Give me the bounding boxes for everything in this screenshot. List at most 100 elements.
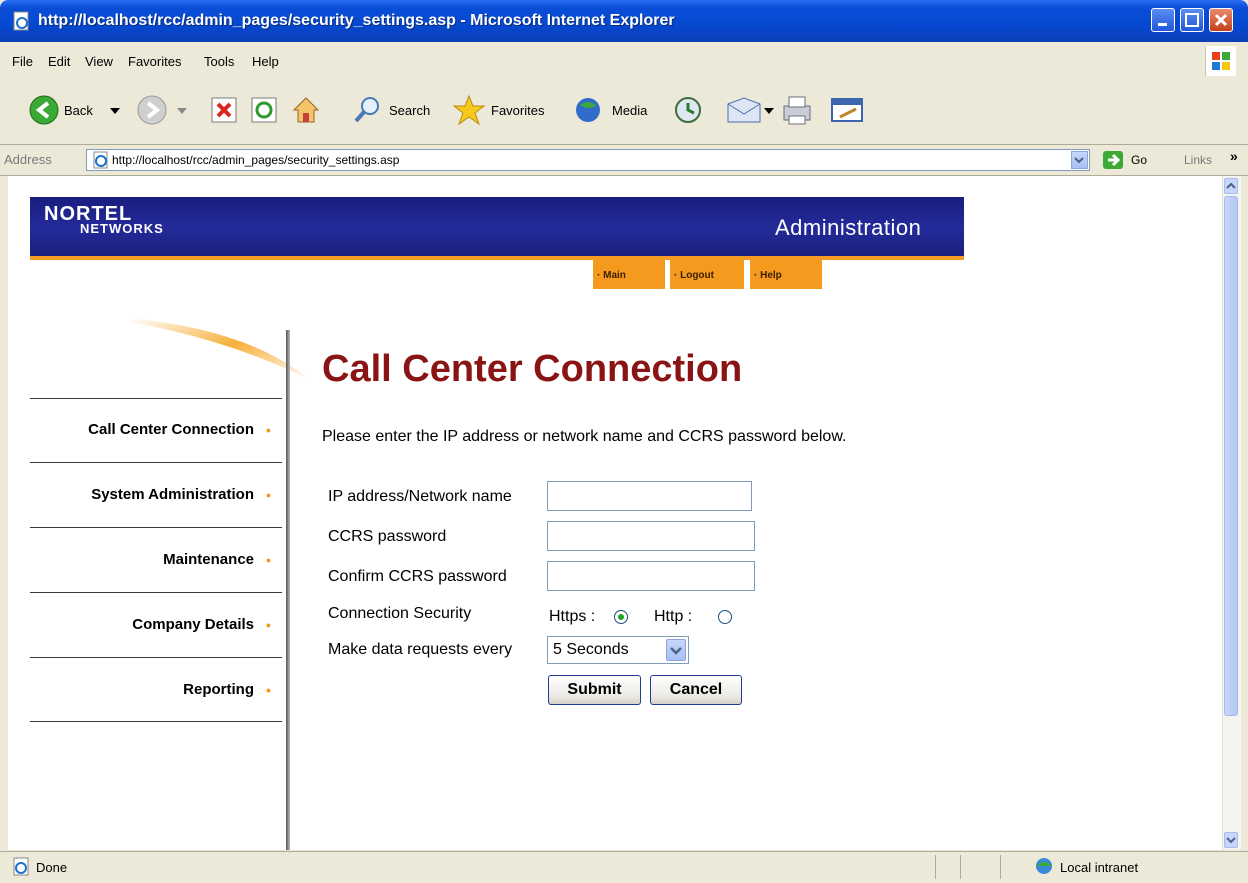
status-separator <box>1000 855 1001 879</box>
maximize-button[interactable] <box>1180 8 1204 32</box>
chevron-down-icon <box>1226 837 1236 844</box>
windows-logo <box>1205 46 1236 76</box>
http-radio[interactable] <box>718 610 732 624</box>
select-dropdown-button[interactable] <box>666 639 686 661</box>
go-arrow-icon[interactable] <box>1102 150 1124 170</box>
ie-page-icon <box>13 11 29 31</box>
chevron-up-icon <box>1226 182 1236 189</box>
page-done-icon <box>13 857 29 876</box>
https-radio-label: Https : <box>549 608 596 625</box>
security-zone-text: Local intranet <box>1060 860 1139 875</box>
page-icon <box>93 151 108 169</box>
status-text: Done <box>36 860 68 875</box>
favorites-star-icon[interactable] <box>452 93 486 127</box>
back-arrow-icon[interactable] <box>28 94 60 126</box>
menu-help[interactable]: Help <box>252 54 279 69</box>
menu-favorites[interactable]: Favorites <box>128 54 181 69</box>
data-request-interval-select[interactable]: 5 Seconds <box>547 636 689 664</box>
bullet-icon: • <box>266 617 271 633</box>
chevron-down-icon[interactable] <box>110 108 120 116</box>
sidebar-item-label: Maintenance <box>163 551 254 568</box>
mail-icon[interactable] <box>726 96 762 124</box>
scroll-thumb[interactable] <box>1224 196 1238 716</box>
search-button-label[interactable]: Search <box>389 103 430 118</box>
sidebar-item-company-details[interactable]: Company Details <box>14 616 254 633</box>
search-icon[interactable] <box>352 94 384 126</box>
topnav-main[interactable]: · Main <box>593 260 665 289</box>
address-url[interactable]: http://localhost/rcc/admin_pages/securit… <box>112 153 399 167</box>
sidebar-item-maintenance[interactable]: Maintenance <box>14 551 254 568</box>
topnav-help[interactable]: · Help <box>750 260 822 289</box>
http-radio-label: Http : <box>654 608 693 625</box>
window-title: http://localhost/rcc/admin_pages/securit… <box>38 12 675 29</box>
sidebar-separator <box>30 398 282 399</box>
bullet-icon: • <box>266 682 271 698</box>
confirm-password-input[interactable] <box>547 561 755 591</box>
print-icon[interactable] <box>780 94 814 126</box>
scroll-up-button[interactable] <box>1224 178 1238 194</box>
sidebar-item-label: Company Details <box>132 616 254 633</box>
connection-security-label: Connection Security <box>328 605 472 622</box>
menu-edit[interactable]: Edit <box>48 54 70 69</box>
back-button-label[interactable]: Back <box>64 103 93 118</box>
scroll-down-button[interactable] <box>1224 832 1238 848</box>
ccrs-password-input[interactable] <box>547 521 755 551</box>
links-label[interactable]: Links <box>1184 153 1212 167</box>
ip-address-input[interactable] <box>547 481 752 511</box>
home-icon[interactable] <box>290 94 322 126</box>
sidebar-divider <box>286 330 290 850</box>
decorative-swoosh <box>130 318 310 380</box>
cancel-button[interactable]: Cancel <box>650 675 742 705</box>
history-icon[interactable] <box>672 95 704 125</box>
sidebar-item-call-center-connection[interactable]: Call Center Connection <box>14 421 254 438</box>
minimize-icon <box>1158 23 1167 26</box>
interval-selected-value: 5 Seconds <box>553 641 629 658</box>
minimize-button[interactable] <box>1151 8 1175 32</box>
bullet-icon: • <box>266 552 271 568</box>
menu-file[interactable]: File <box>12 54 33 69</box>
topnav-help-label: Help <box>760 270 782 281</box>
instructions-text: Please enter the IP address or network n… <box>322 428 847 445</box>
sidebar-separator <box>30 462 282 463</box>
bullet-icon: • <box>266 422 271 438</box>
sidebar-item-label: System Administration <box>91 486 254 503</box>
radio-selected-dot <box>618 614 624 620</box>
banner-accent-stripe <box>30 256 964 260</box>
topnav-logout-label: Logout <box>680 270 714 281</box>
refresh-icon[interactable] <box>250 96 278 124</box>
sidebar-separator <box>30 657 282 658</box>
sidebar-item-system-administration[interactable]: System Administration <box>14 486 254 503</box>
status-separator <box>935 855 936 879</box>
topnav-logout[interactable]: · Logout <box>670 260 744 289</box>
ip-address-label: IP address/Network name <box>328 488 512 505</box>
sidebar-separator <box>30 721 282 722</box>
go-button-label[interactable]: Go <box>1131 153 1147 167</box>
sidebar-item-reporting[interactable]: Reporting <box>14 681 254 698</box>
close-icon <box>1214 13 1228 27</box>
status-separator <box>960 855 961 879</box>
logo-networks: NETWORKS <box>80 221 164 236</box>
menu-tools[interactable]: Tools <box>204 54 234 69</box>
page-title: Call Center Connection <box>322 348 743 390</box>
chevron-down-icon[interactable] <box>177 108 187 116</box>
edit-icon[interactable] <box>830 96 864 124</box>
sidebar-item-label: Reporting <box>183 681 254 698</box>
submit-button[interactable]: Submit <box>548 675 641 705</box>
chevron-right-icon[interactable]: » <box>1230 148 1238 164</box>
banner-section-title: Administration <box>775 215 922 240</box>
media-icon[interactable] <box>574 95 606 125</box>
chevron-down-icon <box>1074 157 1084 164</box>
ccrs-password-label: CCRS password <box>328 528 447 545</box>
confirm-password-label: Confirm CCRS password <box>328 568 507 585</box>
menu-view[interactable]: View <box>85 54 113 69</box>
sidebar-separator <box>30 527 282 528</box>
chevron-down-icon[interactable] <box>764 108 774 116</box>
stop-icon[interactable] <box>210 96 238 124</box>
local-intranet-icon <box>1036 858 1052 874</box>
forward-arrow-icon[interactable] <box>136 94 168 126</box>
address-dropdown-button[interactable] <box>1071 151 1088 169</box>
media-button-label[interactable]: Media <box>612 103 647 118</box>
close-button[interactable] <box>1209 8 1233 32</box>
https-radio[interactable] <box>614 610 628 624</box>
favorites-button-label[interactable]: Favorites <box>491 103 544 118</box>
